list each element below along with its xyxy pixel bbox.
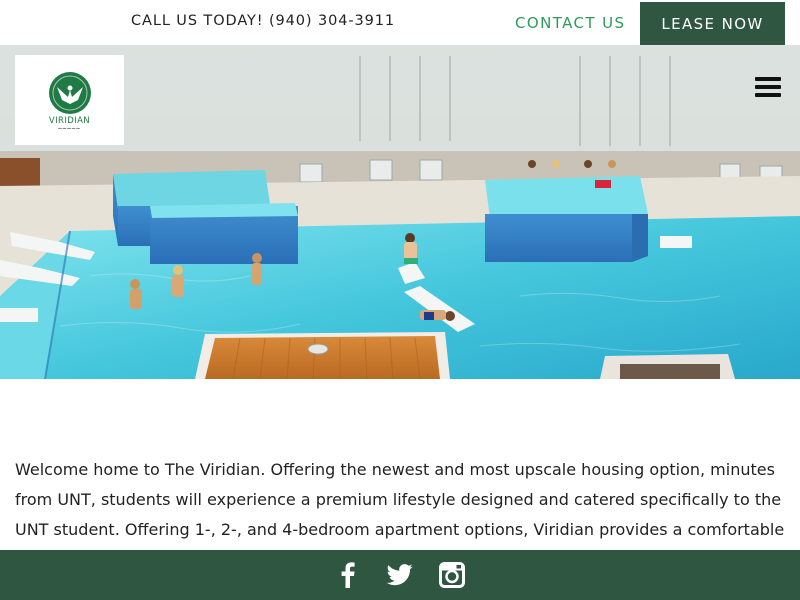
- menu-bar-bottom: [755, 93, 781, 97]
- menu-bar-middle: [755, 85, 781, 89]
- menu-bar-top: [755, 77, 781, 81]
- lease-now-button[interactable]: LEASE NOW: [640, 2, 785, 45]
- phone-text[interactable]: CALL US TODAY! (940) 304-3911: [131, 13, 395, 29]
- hamburger-menu-icon[interactable]: [755, 77, 781, 101]
- instagram-icon[interactable]: [439, 562, 465, 588]
- top-bar: CALL US TODAY! (940) 304-3911 CONTACT US…: [0, 0, 800, 46]
- viridian-bird-logo-icon: [48, 72, 91, 114]
- intro-paragraph: Welcome home to The Viridian. Offering t…: [15, 460, 785, 539]
- twitter-icon[interactable]: [387, 562, 413, 588]
- logo-name: VIRIDIAN: [48, 116, 91, 126]
- contact-us-link[interactable]: CONTACT US: [515, 14, 625, 32]
- social-footer: [0, 550, 800, 600]
- facebook-icon[interactable]: [335, 562, 361, 588]
- logo-tagline-mark: ▬▬▬▬▬: [58, 126, 81, 130]
- logo[interactable]: VIRIDIAN ▬▬▬▬▬: [15, 55, 124, 145]
